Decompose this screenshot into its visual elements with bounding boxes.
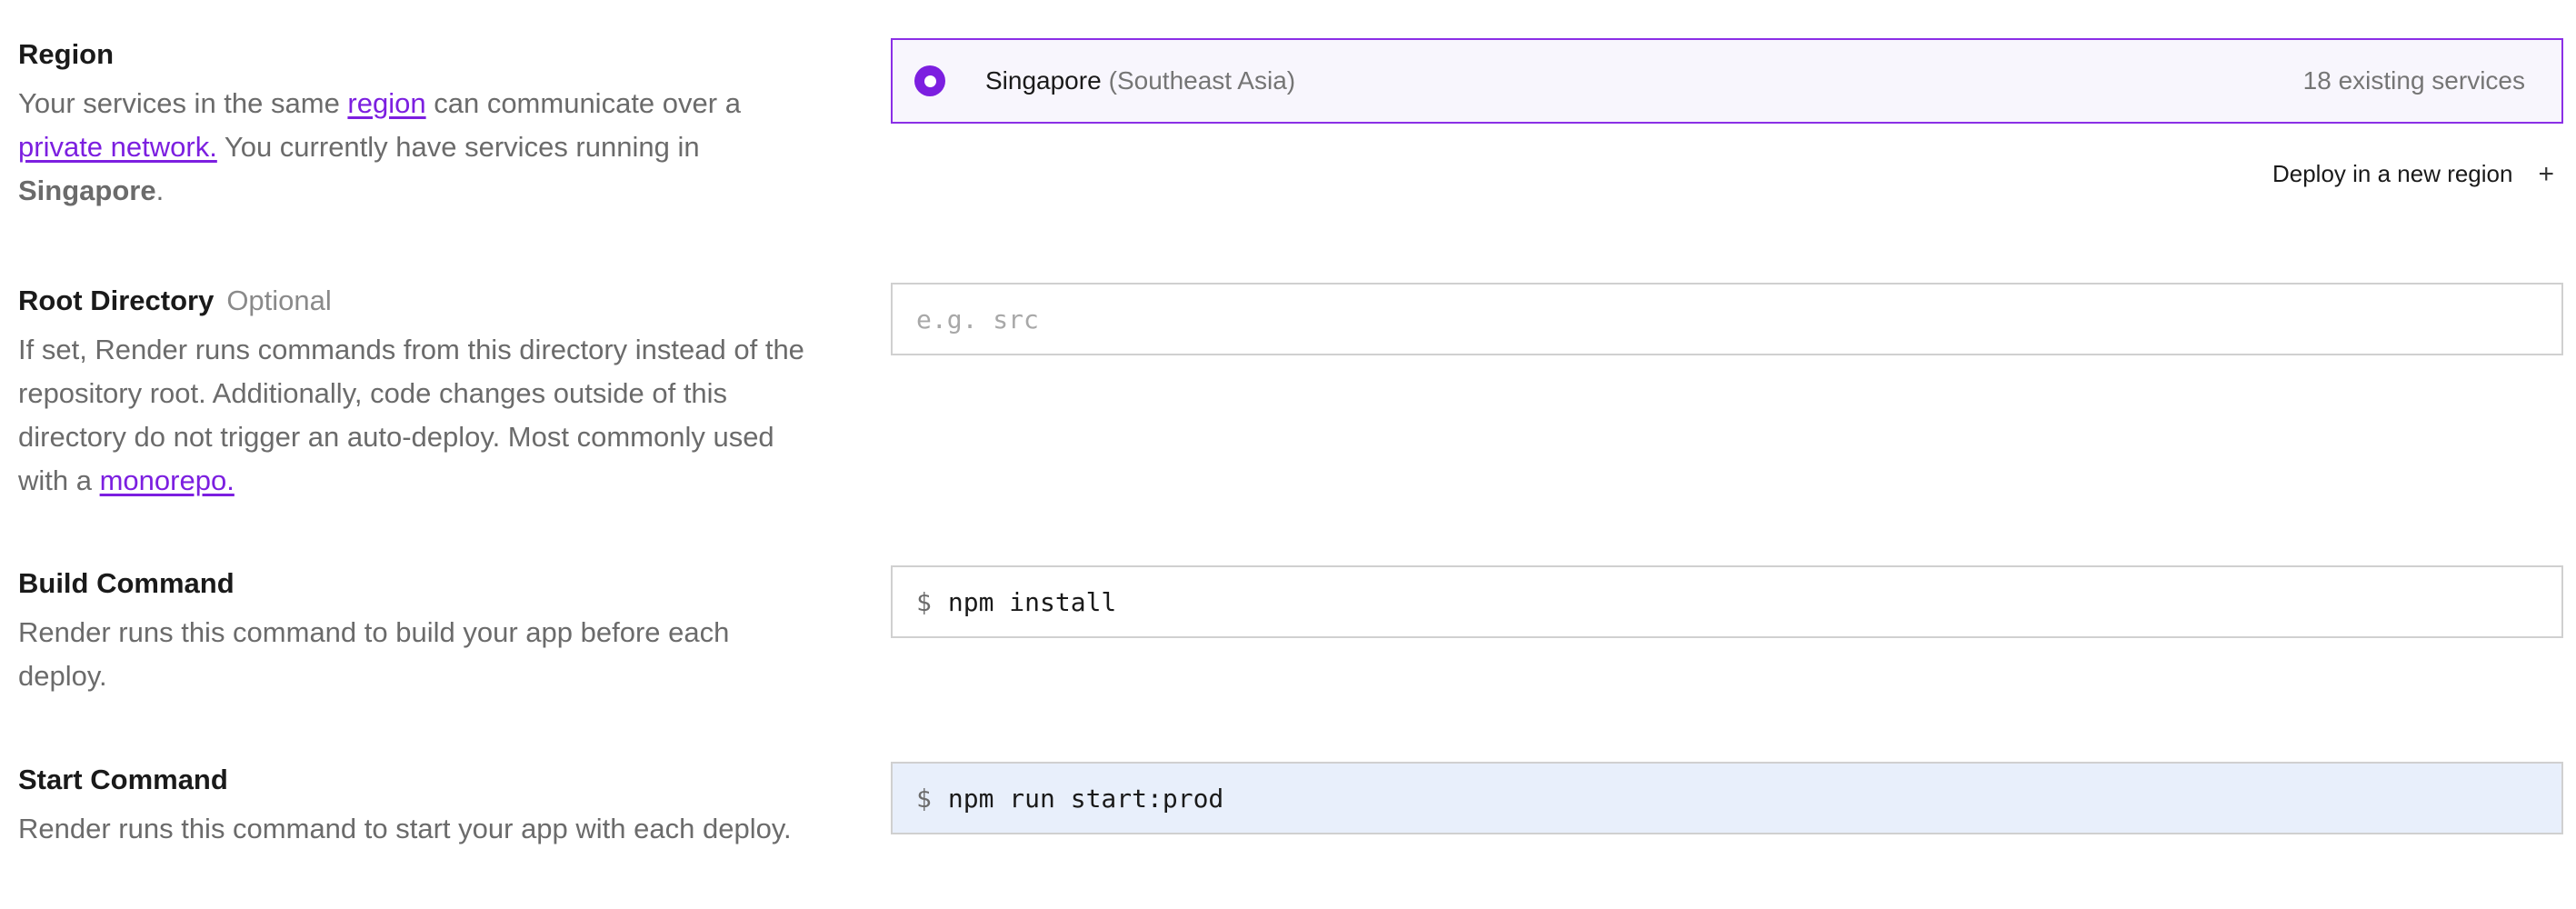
radio-selected-icon[interactable] xyxy=(914,65,945,96)
region-option-name: Singapore xyxy=(985,66,1102,95)
dollar-prompt-icon: $ xyxy=(916,586,932,617)
build-command-value[interactable]: npm install xyxy=(948,587,1116,617)
build-command-input[interactable]: $ npm install xyxy=(891,565,2563,638)
start-command-heading: Start Command xyxy=(18,764,228,795)
region-desc-text: You currently have services running in xyxy=(216,131,700,163)
start-command-input[interactable]: $ npm run start:prod xyxy=(891,762,2563,834)
start-command-field: $ npm run start:prod xyxy=(891,762,2563,834)
monorepo-link[interactable]: monorepo. xyxy=(100,464,235,496)
region-option-subtitle: (Southeast Asia) xyxy=(1108,66,1296,95)
plus-icon: + xyxy=(2538,158,2554,189)
root-directory-heading: Root Directory Optional xyxy=(18,283,818,319)
build-command-heading: Build Command xyxy=(18,567,235,599)
root-directory-input[interactable] xyxy=(916,304,2538,335)
region-description: Your services in the same region can com… xyxy=(18,82,818,213)
optional-label: Optional xyxy=(226,285,332,316)
build-command-description: Render runs this command to build your a… xyxy=(18,616,730,692)
start-command-value[interactable]: npm run start:prod xyxy=(948,784,1223,814)
root-directory-info: Root Directory Optional If set, Render ru… xyxy=(18,283,818,503)
radio-dot xyxy=(924,75,936,87)
region-info: Region Your services in the same region … xyxy=(18,36,818,213)
region-service-count: 18 existing services xyxy=(2302,66,2525,95)
region-desc-text: . xyxy=(155,175,165,206)
region-option-singapore[interactable]: Singapore (Southeast Asia) 18 existing s… xyxy=(891,38,2563,124)
deploy-new-region-button[interactable]: Deploy in a new region + xyxy=(2272,160,2554,188)
start-command-info: Start Command Render runs this command t… xyxy=(18,762,818,851)
deploy-new-region-label: Deploy in a new region xyxy=(2271,160,2513,187)
region-options: Singapore (Southeast Asia) 18 existing s… xyxy=(891,38,2563,124)
dollar-prompt-icon: $ xyxy=(916,783,932,814)
region-heading: Region xyxy=(18,38,115,70)
root-directory-title: Root Directory xyxy=(18,285,215,316)
root-directory-input-box[interactable] xyxy=(891,283,2563,355)
root-directory-field xyxy=(891,283,2563,355)
region-desc-text: Your services in the same xyxy=(18,87,348,119)
root-directory-description: If set, Render runs commands from this d… xyxy=(18,328,818,503)
private-network-link[interactable]: private network. xyxy=(18,131,217,163)
start-command-description: Render runs this command to start your a… xyxy=(18,813,792,844)
current-region-name: Singapore xyxy=(18,175,156,206)
build-command-field: $ npm install xyxy=(891,565,2563,638)
build-command-info: Build Command Render runs this command t… xyxy=(18,565,818,698)
region-desc-text: can communicate over a xyxy=(425,87,741,119)
region-link[interactable]: region xyxy=(347,87,425,119)
